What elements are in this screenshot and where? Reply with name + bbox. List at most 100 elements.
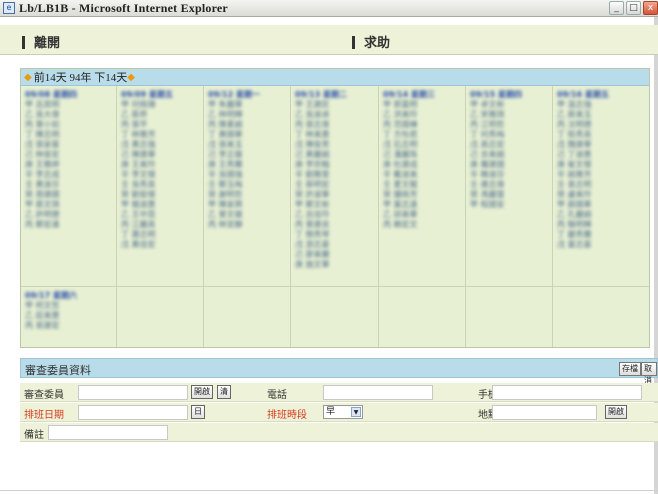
- schedule-entry[interactable]: 丙 張志偉: [295, 119, 374, 129]
- schedule-entry[interactable]: 丁 陳志明: [25, 129, 112, 139]
- schedule-entry[interactable]: 丁 林雅芳: [121, 129, 199, 139]
- schedule-entry[interactable]: 壬 鄭玉梅: [208, 179, 286, 189]
- schedule-entry[interactable]: 庚 羅建國: [470, 159, 548, 169]
- schedule-entry[interactable]: 丁 林美惠: [295, 129, 374, 139]
- day-date[interactable]: 09/09 星期五: [121, 89, 199, 99]
- schedule-entry[interactable]: 乙 莊美惠: [25, 310, 112, 320]
- schedule-entry[interactable]: 辛 戴淑美: [383, 169, 461, 179]
- schedule-entry[interactable]: 乙 宋雅琪: [470, 109, 548, 119]
- schedule-entry[interactable]: 丁 簡秀琴: [295, 229, 374, 239]
- schedule-entry[interactable]: 戊 游志豪: [295, 239, 374, 249]
- schedule-entry[interactable]: 己 林俊宏: [25, 149, 112, 159]
- cancel-button[interactable]: 取消: [641, 362, 657, 385]
- schedule-entry[interactable]: 乙 蔣美玉: [557, 109, 645, 119]
- schedule-entry[interactable]: 己 丁淑惠: [557, 149, 645, 159]
- schedule-entry[interactable]: 戊 魏建華: [557, 139, 645, 149]
- schedule-entry[interactable]: 甲 楊淑惠: [121, 199, 199, 209]
- schedule-entry[interactable]: 乙 洪美玲: [383, 109, 461, 119]
- schedule-entry[interactable]: 己 陳建華: [121, 149, 199, 159]
- schedule-entry[interactable]: 甲 柯文哲: [25, 300, 112, 310]
- schedule-entry[interactable]: 庚 王美玲: [121, 159, 199, 169]
- schedule-entry[interactable]: 己 黃麗娟: [295, 149, 374, 159]
- schedule-entry[interactable]: 辛 姚雅芳: [557, 169, 645, 179]
- reviewer-input[interactable]: [78, 385, 188, 400]
- schedule-entry[interactable]: 丙 駱明輝: [557, 219, 645, 229]
- schedule-entry[interactable]: 丙 易建宏: [25, 320, 112, 330]
- schedule-entry[interactable]: 甲 何佩珊: [121, 99, 199, 109]
- schedule-entry[interactable]: 戊 陳俊男: [295, 139, 374, 149]
- menu-leave[interactable]: 離開: [22, 32, 60, 51]
- date-input[interactable]: [78, 405, 188, 420]
- schedule-entry[interactable]: 戊 張家豪: [25, 139, 112, 149]
- day-cell[interactable]: 09/16 星期五甲 溫志強乙 蔣美玉丙 沈明德丁 陸秀英戊 魏建華己 丁淑惠庚…: [553, 86, 649, 286]
- schedule-entry[interactable]: 壬 唐志偉: [470, 179, 548, 189]
- schedule-entry[interactable]: 辛 李文傑: [121, 169, 199, 179]
- schedule-entry[interactable]: 乙 孔麗娟: [557, 209, 645, 219]
- schedule-entry[interactable]: 癸 劉俊傑: [121, 189, 199, 199]
- schedule-entry[interactable]: 丙 曾小如: [25, 119, 112, 129]
- close-button[interactable]: x: [643, 1, 658, 15]
- schedule-entry[interactable]: 壬 夏文龍: [383, 179, 461, 189]
- day-date[interactable]: 09/13 星期二: [295, 89, 374, 99]
- schedule-entry[interactable]: 甲 郭嘉明: [383, 99, 461, 109]
- schedule-entry[interactable]: 辛 吳國強: [208, 169, 286, 179]
- schedule-entry[interactable]: 己 李正雄: [208, 149, 286, 159]
- schedule-entry[interactable]: 庚 李宗翰: [295, 159, 374, 169]
- period-select[interactable]: 早 ▼: [323, 405, 363, 419]
- schedule-entry[interactable]: 甲 蔡文琪: [25, 199, 112, 209]
- schedule-entry[interactable]: 丁 嚴秀蘭: [557, 229, 645, 239]
- schedule-entry[interactable]: 甲 葉志遠: [383, 199, 461, 209]
- day-date[interactable]: 09/08 星期四: [25, 89, 112, 99]
- schedule-entry[interactable]: 壬 吳秀英: [121, 179, 199, 189]
- schedule-entry[interactable]: 戊 童志豪: [557, 239, 645, 249]
- schedule-entry[interactable]: 丙 范國棟: [383, 119, 461, 129]
- schedule-entry[interactable]: 甲 朱麗華: [208, 99, 286, 109]
- schedule-entry[interactable]: 庚 王雅婷: [25, 159, 112, 169]
- schedule-entry[interactable]: 己 潘麗珠: [383, 149, 461, 159]
- day-cell[interactable]: 09/17 星期六甲 柯文哲乙 莊美惠丙 易建宏: [21, 286, 117, 347]
- day-date[interactable]: 09/16 星期五: [557, 89, 645, 99]
- day-cell[interactable]: 09/08 星期四甲 呂其明乙 吳大偉丙 曾小如丁 陳志明戊 張家豪己 林俊宏庚…: [21, 86, 117, 286]
- schedule-entry[interactable]: 丙 張平: [121, 119, 199, 129]
- calendar-nav-label[interactable]: 前14天 94年 下14天: [34, 69, 128, 85]
- reviewer-clear-button[interactable]: 清: [217, 385, 231, 399]
- save-button[interactable]: 存檔: [619, 362, 641, 376]
- schedule-entry[interactable]: 丙 江明哲: [470, 119, 548, 129]
- schedule-entry[interactable]: 乙 呂佳玲: [295, 209, 374, 219]
- schedule-entry[interactable]: 甲 薛國華: [557, 199, 645, 209]
- schedule-entry[interactable]: 乙 吳淑貞: [295, 109, 374, 119]
- note-input[interactable]: [48, 425, 168, 440]
- schedule-entry[interactable]: 癸 鍾佩芳: [383, 189, 461, 199]
- schedule-entry[interactable]: 壬 袁志明: [557, 179, 645, 189]
- schedule-entry[interactable]: 辛 李志成: [25, 169, 112, 179]
- schedule-entry[interactable]: 庚 王秀蘭: [208, 159, 286, 169]
- schedule-entry[interactable]: 乙 蔡昇: [121, 109, 199, 119]
- schedule-entry[interactable]: 丙 沈明德: [557, 119, 645, 129]
- schedule-entry[interactable]: 庚 杜建成: [383, 159, 461, 169]
- schedule-entry[interactable]: 甲 鄭文彬: [295, 199, 374, 209]
- schedule-entry[interactable]: 丙 林宜靜: [208, 219, 286, 229]
- schedule-entry[interactable]: 乙 吳大偉: [25, 109, 112, 119]
- day-cell[interactable]: 09/15 星期四甲 卓文彬乙 宋雅琪丙 江明哲丁 何秀梅戊 高志宏己 余美娟庚…: [466, 86, 553, 286]
- day-date[interactable]: 09/14 星期三: [383, 89, 461, 99]
- schedule-entry[interactable]: 戊 黃佳宏: [121, 239, 199, 249]
- schedule-entry[interactable]: 壬 蔡明宏: [295, 179, 374, 189]
- calendar-picker-button[interactable]: 日: [191, 405, 205, 419]
- schedule-entry[interactable]: 己 余美娟: [470, 149, 548, 159]
- schedule-entry[interactable]: 乙 王中昆: [121, 209, 199, 219]
- schedule-entry[interactable]: 癸 許淑華: [295, 189, 374, 199]
- menu-help[interactable]: 求助: [352, 32, 390, 51]
- schedule-entry[interactable]: 丁 方怡君: [383, 129, 461, 139]
- phone-input[interactable]: [323, 385, 433, 400]
- schedule-entry[interactable]: 癸 盧美玲: [557, 189, 645, 199]
- day-date[interactable]: 09/15 星期四: [470, 89, 548, 99]
- schedule-entry[interactable]: 甲 呂其明: [25, 99, 112, 109]
- schedule-entry[interactable]: 甲 程國安: [470, 199, 548, 209]
- day-date[interactable]: 09/12 星期一: [208, 89, 286, 99]
- day-date[interactable]: 09/17 星期六: [25, 290, 112, 300]
- day-cell[interactable]: 09/12 星期一甲 朱麗華乙 林明輝丙 陳素娟丁 黃國華戊 張美玉己 李正雄庚…: [204, 86, 291, 286]
- schedule-entry[interactable]: 癸 周建國: [25, 189, 112, 199]
- schedule-entry[interactable]: 癸 謝明哲: [208, 189, 286, 199]
- schedule-entry[interactable]: 丁 何秀梅: [470, 129, 548, 139]
- prev-arrow-icon[interactable]: ◆: [24, 72, 32, 83]
